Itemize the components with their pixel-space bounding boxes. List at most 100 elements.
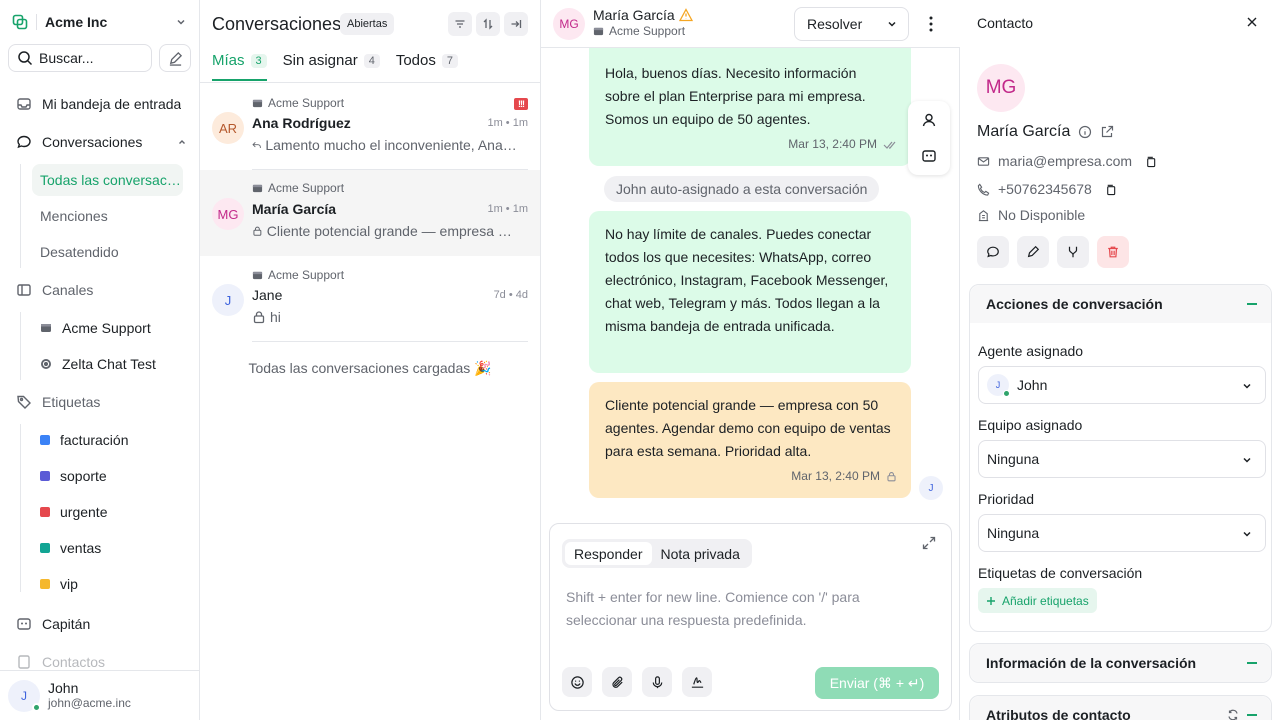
avatar: MG bbox=[553, 8, 585, 40]
user-icon bbox=[922, 113, 936, 127]
signature-button[interactable] bbox=[682, 667, 712, 697]
close-button[interactable] bbox=[1245, 15, 1259, 29]
close-icon bbox=[1247, 17, 1257, 27]
nav-labels[interactable]: Etiquetas bbox=[8, 388, 187, 416]
nav-inbox[interactable]: Mi bandeja de entrada bbox=[8, 90, 187, 118]
mail-icon bbox=[977, 156, 990, 166]
priority-label: Prioridad bbox=[978, 491, 1035, 507]
conversation-actions-section: Acciones de conversación Agente asignado… bbox=[969, 284, 1272, 632]
assignee-tabs: Mías 3 Sin asignar 4 Todos 7 bbox=[212, 52, 458, 81]
nav-channel-acme-support[interactable]: Acme Support bbox=[32, 312, 183, 344]
tab-private-note[interactable]: Nota privada bbox=[652, 542, 749, 565]
message-input[interactable]: Shift + enter for new line. Comience con… bbox=[566, 586, 926, 632]
section-header[interactable]: Información de la conversación bbox=[970, 644, 1271, 682]
sidebar: Acme Inc Buscar... Mi bandeja de entrada… bbox=[0, 0, 200, 720]
section-header[interactable]: Atributos de contacto bbox=[970, 696, 1271, 720]
status-filter-badge[interactable]: Abiertas bbox=[340, 13, 395, 35]
signature-icon bbox=[691, 676, 703, 688]
private-note: Cliente potencial grande — empresa con 5… bbox=[589, 382, 911, 498]
priority-select[interactable]: Ninguna bbox=[978, 514, 1266, 552]
sort-button[interactable] bbox=[476, 12, 500, 36]
message-preview: hi bbox=[252, 309, 518, 325]
external-link-icon[interactable] bbox=[1100, 125, 1114, 139]
label-facturacion[interactable]: facturación bbox=[32, 424, 183, 456]
conversation-header: MG María García Acme Support Resolver bbox=[541, 0, 960, 48]
pencil-icon bbox=[1027, 245, 1040, 258]
tree-line bbox=[20, 424, 21, 592]
compose-button[interactable] bbox=[159, 44, 191, 72]
refresh-icon[interactable] bbox=[1227, 709, 1239, 720]
search-input[interactable]: Buscar... bbox=[8, 44, 152, 72]
page-title: Conversaciones bbox=[212, 14, 342, 34]
attach-button[interactable] bbox=[602, 667, 632, 697]
contact-attributes-section: Atributos de contacto bbox=[969, 695, 1272, 720]
contact-panel-toggle[interactable] bbox=[921, 112, 937, 128]
nav-channels[interactable]: Canales bbox=[8, 276, 187, 304]
resolve-button[interactable]: Resolver bbox=[794, 7, 909, 41]
label-vip[interactable]: vip bbox=[32, 568, 183, 600]
account-switcher[interactable]: Acme Inc bbox=[8, 8, 187, 36]
edit-contact-button[interactable] bbox=[1017, 236, 1049, 268]
conversation-item-selected[interactable]: MG Acme Support María García 1m • 1m Cli… bbox=[200, 170, 540, 256]
user-menu[interactable]: J John john@acme.inc bbox=[0, 670, 199, 720]
lock-icon bbox=[253, 226, 262, 236]
avatar: J bbox=[919, 476, 943, 500]
send-button[interactable]: Enviar (⌘ + ↵) bbox=[815, 667, 939, 699]
nav-conversations[interactable]: Conversaciones bbox=[8, 128, 187, 156]
conversation-item[interactable]: AR Acme Support !!! Ana Rodríguez 1m • 1… bbox=[200, 84, 540, 170]
chat-bubble-icon bbox=[987, 246, 999, 258]
label-color-dot bbox=[40, 579, 50, 589]
add-labels-button[interactable]: Añadir etiquetas bbox=[978, 588, 1097, 613]
bot-icon bbox=[922, 150, 936, 162]
conversation-labels-label: Etiquetas de conversación bbox=[978, 565, 1143, 581]
inbox-channel-icon bbox=[252, 184, 263, 192]
label-color-dot bbox=[40, 471, 50, 481]
new-message-button[interactable] bbox=[977, 236, 1009, 268]
contact-phone: +50762345678 bbox=[977, 181, 1117, 197]
kebab-menu-icon bbox=[929, 16, 933, 32]
label-color-dot bbox=[40, 543, 50, 553]
sort-icon bbox=[483, 18, 493, 30]
label-soporte[interactable]: soporte bbox=[32, 460, 183, 492]
plus-icon bbox=[987, 596, 995, 605]
merge-contact-button[interactable] bbox=[1057, 236, 1089, 268]
collapse-button[interactable] bbox=[504, 12, 528, 36]
audio-record-button[interactable] bbox=[642, 667, 672, 697]
message-text: Hola, buenos días. Necesito información … bbox=[605, 65, 866, 127]
agent-select[interactable]: J John bbox=[978, 366, 1266, 404]
contact-name[interactable]: María García bbox=[593, 7, 693, 23]
nav-mentions[interactable]: Menciones bbox=[32, 200, 183, 232]
label-urgente[interactable]: urgente bbox=[32, 496, 183, 528]
conversation-panel: Hola, buenos días. Necesito información … bbox=[541, 0, 960, 720]
lock-icon bbox=[887, 472, 896, 482]
info-icon[interactable] bbox=[1078, 125, 1092, 139]
reply-icon bbox=[252, 142, 261, 149]
tab-all[interactable]: Todos 7 bbox=[396, 52, 458, 81]
expand-button[interactable] bbox=[922, 536, 936, 550]
tab-unassigned[interactable]: Sin asignar 4 bbox=[283, 52, 380, 81]
tab-reply[interactable]: Responder bbox=[565, 542, 652, 565]
tab-mine[interactable]: Mías 3 bbox=[212, 52, 267, 81]
collapse-icon bbox=[1247, 714, 1257, 716]
more-options-button[interactable] bbox=[921, 14, 941, 34]
conversation-item[interactable]: J Acme Support Jane 7d • 4d hi bbox=[200, 256, 540, 342]
tag-icon bbox=[16, 394, 32, 410]
collapse-icon bbox=[1247, 303, 1257, 305]
filter-button[interactable] bbox=[448, 12, 472, 36]
team-select[interactable]: Ninguna bbox=[978, 440, 1266, 478]
conversation-list-panel: Conversaciones Abiertas Mías 3 Sin asigna… bbox=[200, 0, 541, 720]
section-header[interactable]: Acciones de conversación bbox=[970, 285, 1271, 323]
delete-contact-button[interactable] bbox=[1097, 236, 1129, 268]
inbox-channel-icon bbox=[40, 322, 52, 334]
copilot-toggle[interactable] bbox=[921, 148, 937, 164]
divider bbox=[252, 341, 528, 342]
nav-all-conversations[interactable]: Todas las conversaciones bbox=[32, 164, 183, 196]
emoji-button[interactable] bbox=[562, 667, 592, 697]
warning-icon bbox=[678, 8, 693, 22]
nav-channel-zelta-chat[interactable]: Zelta Chat Test bbox=[32, 348, 183, 380]
side-toolbar bbox=[908, 101, 950, 175]
label-ventas[interactable]: ventas bbox=[32, 532, 183, 564]
nav-captain[interactable]: Capitán bbox=[8, 610, 187, 638]
nav-unattended[interactable]: Desatendido bbox=[32, 236, 183, 268]
contact-name: Ana Rodríguez bbox=[252, 115, 351, 131]
